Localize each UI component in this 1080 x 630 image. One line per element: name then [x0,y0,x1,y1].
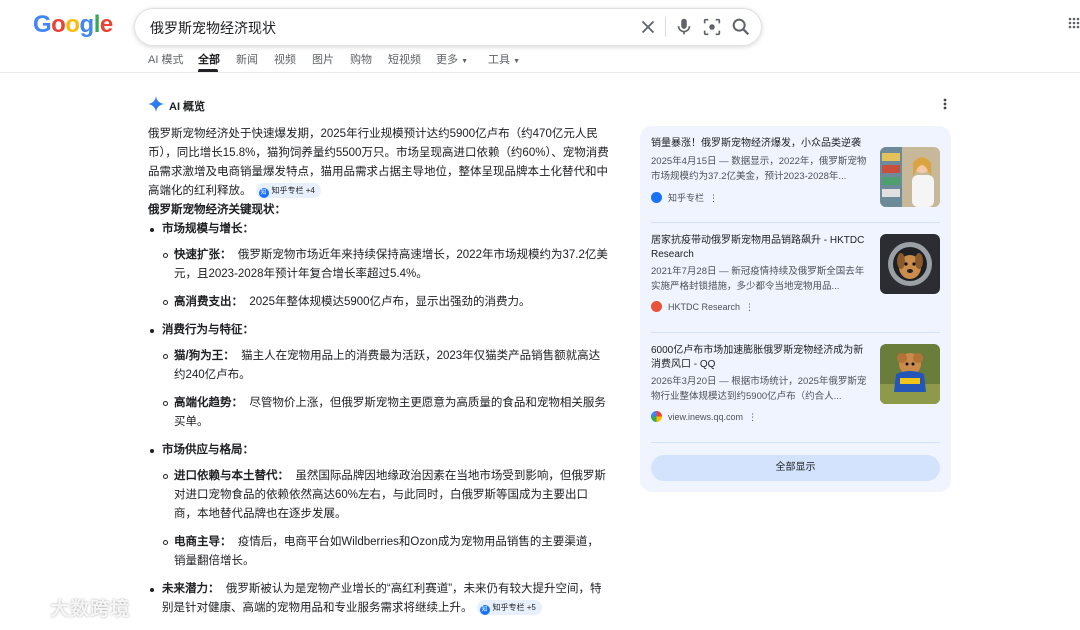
list-item: 消费行为与特征： 猫/狗为王： 猫主人在宠物用品上的消费最为活跃，2023年仅猫… [148,321,610,432]
section-heading: 俄罗斯宠物经济关键现状： [148,204,286,216]
source-card[interactable]: 居家抗疫带动俄罗斯宠物用品销路飙升 - HKTDC Research 2021年… [651,234,941,334]
more-vert-icon[interactable]: ⋮ [748,412,757,422]
search-box[interactable]: 俄罗斯宠物经济现状 [134,8,762,46]
chevron-down-icon: ▼ [461,58,468,65]
source-snippet: 2025年4月15日 — 数据显示，2022年，俄罗斯宠物市场规模约为37.2亿… [651,156,867,182]
dog-sweater-thumbnail [880,344,940,404]
tab-videos[interactable]: 视频 [274,51,296,67]
source-title[interactable]: 居家抗疫带动俄罗斯宠物用品销路飙升 - HKTDC Research [651,234,873,262]
tab-short-videos[interactable]: 短视频 [388,51,421,67]
lens-icon[interactable] [701,16,723,38]
tab-shopping[interactable]: 购物 [350,51,372,67]
gemini-sparkle-icon [148,96,164,112]
key-points-list: 市场规模与增长： 快速扩张： 俄罗斯宠物市场近年来持续保持高速增长，2022年市… [148,220,610,618]
microphone-icon[interactable] [673,16,695,38]
tab-more[interactable]: 更多 ▼ [436,51,468,67]
divider [651,222,940,223]
source-chip-label: 知乎专栏 +5 [492,603,536,612]
apps-grid-icon[interactable] [1068,17,1080,29]
item-text: 2025年整体规模达5900亿卢布，显示出强劲的消费力。 [249,296,531,308]
google-logo[interactable]: Google [33,11,113,39]
source-title[interactable]: 销量暴涨！俄罗斯宠物经济爆发，小众品类逆袭 [651,137,873,151]
item-label: 猫/狗为王： [174,350,235,362]
tab-ai-mode[interactable]: AI 模式 [148,51,183,67]
zhihu-icon: 知 [479,605,490,615]
source-snippet: 2026年3月20日 — 根据市场统计，2025年俄罗斯宠物行业整体规模达到约5… [651,376,867,402]
item-label: 电商主导： [174,536,232,548]
list-item: 未来潜力： 俄罗斯被认为是宠物产业增长的“高红利赛道”，未来仍有较大提升空间，特… [148,580,610,618]
zhihu-icon: 知 [258,188,269,198]
item-label: 高消费支出： [174,296,243,308]
list-item-title: 市场规模与增长： [162,223,254,235]
source-snippet: 2021年7月28日 — 新冠疫情持续及俄罗斯全国去年实施严格封锁措施，多少都令… [651,266,865,292]
list-item: 高端化趋势： 尽管物价上涨，但俄罗斯宠物主更愿意为高质量的食品和宠物相关服务买单… [162,394,610,432]
intro-text: 俄罗斯宠物经济处于快速爆发期，2025年行业规模预计达约5900亿卢布（约470… [148,128,609,197]
source-chip[interactable]: 知知乎专栏 +5 [476,600,542,615]
item-label: 进口依赖与本土替代： [174,470,289,482]
list-item: 进口依赖与本土替代： 虽然国际品牌因地缘政治因素在当地市场受到影响，但俄罗斯对进… [162,467,610,524]
watermark-text: 大数跨境 [50,599,131,620]
item-label: 高端化趋势： [174,397,243,409]
source-name: HKTDC Research [668,302,741,312]
sources-panel: 销量暴涨！俄罗斯宠物经济爆发，小众品类逆袭 2025年4月15日 — 数据显示，… [640,126,951,492]
header: Google 俄罗斯宠物经济现状 AI 模式 全部 新闻 视频 图片 购物 短视… [0,0,1080,73]
search-divider [665,17,666,37]
tab-images[interactable]: 图片 [312,51,334,67]
tab-more-label: 更多 [436,54,458,66]
pet-store-thumbnail [880,147,940,207]
source-name: 知乎专栏 [668,193,705,203]
list-item: 电商主导： 疫情后，电商平台如Wildberries和Ozon成为宠物用品销售的… [162,533,610,571]
ai-overview-content: 俄罗斯宠物经济处于快速爆发期，2025年行业规模预计达约5900亿卢布（约470… [148,125,610,626]
source-chip[interactable]: 知知乎专栏 +4 [255,183,321,198]
search-input[interactable]: 俄罗斯宠物经济现状 [150,18,276,38]
more-vert-icon[interactable]: ⋮ [709,193,718,203]
hktdc-icon [651,301,662,312]
chevron-down-icon: ▼ [513,58,520,65]
source-site: 知乎专栏 ⋮ [651,191,718,204]
divider [651,332,940,333]
clear-icon[interactable] [637,16,659,38]
ai-overview-title: AI 概览 [169,101,206,113]
tab-all[interactable]: 全部 [198,51,220,67]
zhihu-icon [651,192,662,203]
item-label: 快速扩张： [174,249,232,261]
source-card[interactable]: 销量暴涨！俄罗斯宠物经济爆发，小众品类逆袭 2025年4月15日 — 数据显示，… [651,137,941,221]
item-text: 猫主人在宠物用品上的消费最为活跃，2023年仅猫类产品销售额就高达约240亿卢布… [174,350,601,381]
tab-tools[interactable]: 工具 ▼ [488,51,520,67]
more-options-icon[interactable] [939,96,951,112]
list-item: 高消费支出： 2025年整体规模达5900亿卢布，显示出强劲的消费力。 [162,293,610,312]
list-item: 市场供应与格局： 进口依赖与本土替代： 虽然国际品牌因地缘政治因素在当地市场受到… [148,441,610,571]
tab-news[interactable]: 新闻 [236,51,258,67]
active-tab-indicator [198,69,218,72]
list-item-title: 市场供应与格局： [162,444,254,456]
show-all-button[interactable]: 全部显示 [651,455,940,481]
tab-tools-label: 工具 [488,54,510,66]
list-item: 市场规模与增长： 快速扩张： 俄罗斯宠物市场近年来持续保持高速增长，2022年市… [148,220,610,312]
item-text: 俄罗斯宠物市场近年来持续保持高速增长，2022年市场规模约为37.2亿美元，且2… [174,249,608,280]
search-icon[interactable] [730,16,752,38]
source-site: view.inews.qq.com ⋮ [651,411,757,423]
source-chip-label: 知乎专栏 +4 [271,186,315,195]
watermark-logo-icon [11,597,42,617]
source-site: HKTDC Research ⋮ [651,301,754,313]
list-item-title: 消费行为与特征： [162,324,254,336]
source-card[interactable]: 6000亿卢布市场加速膨胀俄罗斯宠物经济成为新消费风口 - QQ 2026年3月… [651,344,941,444]
qq-news-icon [651,411,662,422]
dog-astronaut-thumbnail [880,234,940,294]
ai-overview-intro: 俄罗斯宠物经济处于快速爆发期，2025年行业规模预计达约5900亿卢布（约470… [148,125,610,201]
list-item: 快速扩张： 俄罗斯宠物市场近年来持续保持高速增长，2022年市场规模约为37.2… [162,246,610,284]
list-item: 猫/狗为王： 猫主人在宠物用品上的消费最为活跃，2023年仅猫类产品销售额就高达… [162,347,610,385]
watermark: 大数跨境 [10,594,130,624]
item-label: 未来潜力： [162,583,220,595]
item-text: 疫情后，电商平台如Wildberries和Ozon成为宠物用品销售的主要渠道，销… [174,536,599,567]
divider [651,442,940,443]
source-name: view.inews.qq.com [668,412,744,422]
source-title[interactable]: 6000亿卢布市场加速膨胀俄罗斯宠物经济成为新消费风口 - QQ [651,344,873,372]
more-vert-icon[interactable]: ⋮ [745,302,754,312]
